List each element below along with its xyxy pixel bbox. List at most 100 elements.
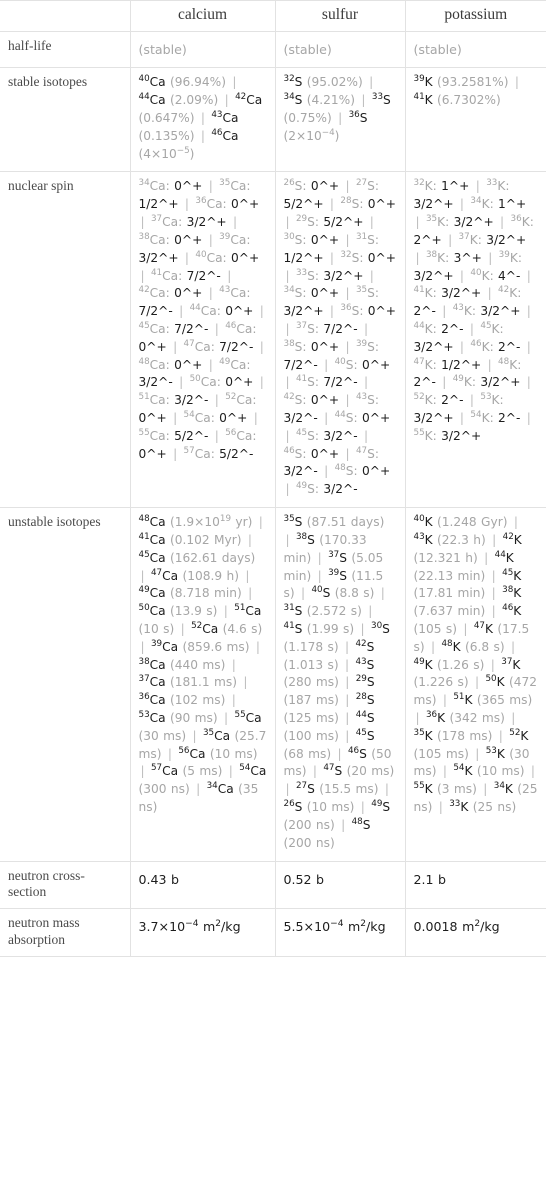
- cell-half-life-sulfur: (stable): [275, 31, 406, 69]
- separator: |: [345, 179, 350, 194]
- separator: |: [312, 764, 317, 779]
- separator: |: [475, 179, 480, 194]
- separator: |: [483, 782, 488, 797]
- separator: |: [227, 268, 232, 283]
- cell-neutron-cross-section-sulfur: 0.52 b: [275, 861, 406, 910]
- separator: |: [500, 215, 505, 230]
- separator: |: [526, 375, 531, 390]
- separator: |: [329, 250, 335, 265]
- separator: |: [442, 304, 447, 319]
- separator: |: [360, 800, 365, 815]
- separator: |: [415, 215, 420, 230]
- separator: |: [329, 197, 335, 212]
- separator: |: [363, 375, 369, 390]
- separator: |: [317, 568, 322, 583]
- separator: |: [526, 268, 531, 283]
- cell-unstable-isotopes-potassium: 40K (1.248 Gyr) | 43K (22.3 h) | 42K (12…: [405, 507, 546, 862]
- cell-neutron-mass-absorption-potassium: 0.0018 m2/kg: [405, 908, 546, 958]
- separator: |: [498, 728, 503, 743]
- separator: |: [415, 250, 420, 265]
- separator: |: [228, 764, 233, 779]
- table-row: unstable isotopes 48Ca (1.9×1019 yr) | 41…: [0, 507, 546, 862]
- separator: |: [430, 639, 436, 654]
- separator: |: [300, 586, 306, 601]
- separator: |: [208, 357, 213, 372]
- separator: |: [232, 75, 237, 90]
- separator: |: [248, 586, 253, 601]
- separator: |: [196, 782, 201, 797]
- separator: |: [369, 268, 374, 283]
- separator: |: [487, 357, 492, 372]
- separator: |: [231, 693, 236, 708]
- separator: |: [459, 268, 465, 283]
- separator: |: [345, 232, 350, 247]
- separator: |: [345, 675, 350, 690]
- separator: |: [224, 93, 229, 108]
- separator: |: [484, 550, 489, 565]
- separator: |: [511, 711, 516, 725]
- cell-nuclear-spin-calcium: 34Ca: 0^+ | 35Ca: 1/2^+ | 36Ca: 0^+ | 37…: [130, 171, 276, 509]
- cell-neutron-mass-absorption-calcium: 3.7×10−4 m2/kg: [130, 908, 276, 958]
- separator: |: [491, 604, 496, 619]
- separator: |: [345, 286, 350, 301]
- separator: |: [253, 411, 258, 425]
- header-row: calcium sulfur potassium: [0, 0, 546, 32]
- cell-half-life-potassium: (stable): [405, 31, 546, 69]
- separator: |: [184, 250, 190, 265]
- separator: |: [442, 375, 447, 390]
- table-body: half-life (stable) (stable) (stable) stable …: [0, 31, 546, 958]
- separator: |: [173, 339, 178, 354]
- separator: |: [345, 693, 350, 708]
- separator: |: [140, 215, 145, 230]
- separator: |: [285, 482, 290, 497]
- separator: |: [208, 286, 213, 301]
- separator: |: [243, 675, 248, 690]
- separator: |: [214, 393, 219, 408]
- separator: |: [475, 675, 480, 690]
- separator: |: [363, 428, 369, 443]
- separator: |: [338, 111, 343, 125]
- separator: |: [140, 568, 145, 583]
- separator: |: [233, 215, 238, 230]
- table-row: neutron mass absorption 3.7×10−4 m2/kg 5.5…: [0, 908, 546, 958]
- separator: |: [184, 197, 190, 212]
- separator: |: [179, 304, 184, 319]
- separator: |: [173, 446, 178, 461]
- separator: |: [200, 111, 205, 125]
- separator: |: [463, 621, 468, 636]
- separator: |: [345, 711, 350, 725]
- separator: |: [526, 339, 531, 354]
- separator: |: [208, 179, 213, 194]
- cell-stable-isotopes-calcium: 40Ca (96.94%) | 44Ca (2.09%) | 42Ca (0.6…: [130, 67, 276, 173]
- separator: |: [231, 657, 236, 672]
- row-label-nuclear-spin: nuclear spin: [0, 171, 131, 509]
- separator: |: [345, 657, 350, 672]
- separator: |: [214, 428, 219, 443]
- separator: |: [285, 782, 290, 797]
- separator: |: [369, 75, 374, 90]
- cell-stable-isotopes-potassium: 39K (93.2581%) | 41K (6.7302%): [405, 67, 546, 173]
- table-row: nuclear spin 34Ca: 0^+ | 35Ca: 1/2^+ | 36…: [0, 171, 546, 509]
- separator: |: [324, 464, 329, 479]
- separator: |: [200, 128, 205, 143]
- separator: |: [491, 568, 496, 583]
- separator: |: [345, 446, 350, 461]
- separator: |: [173, 411, 178, 425]
- separator: |: [490, 657, 495, 672]
- separator: |: [380, 586, 385, 601]
- table-row: half-life (stable) (stable) (stable): [0, 31, 546, 69]
- separator: |: [255, 639, 260, 654]
- separator: |: [459, 411, 465, 425]
- separator: |: [259, 339, 264, 354]
- separator: |: [492, 532, 497, 547]
- separator: |: [341, 817, 346, 832]
- column-header-sulfur: sulfur: [275, 0, 406, 32]
- row-label-stable-isotopes: stable isotopes: [0, 67, 131, 173]
- separator: |: [192, 728, 197, 743]
- separator: |: [526, 304, 531, 319]
- cell-nuclear-spin-potassium: 32K: 1^+ | 33K: 3/2^+ | 34K: 1^+ | 35K: …: [405, 171, 546, 509]
- row-label-neutron-mass-absorption: neutron mass absorption: [0, 908, 131, 958]
- separator: |: [526, 411, 531, 425]
- separator: |: [530, 764, 535, 779]
- separator: |: [259, 304, 264, 319]
